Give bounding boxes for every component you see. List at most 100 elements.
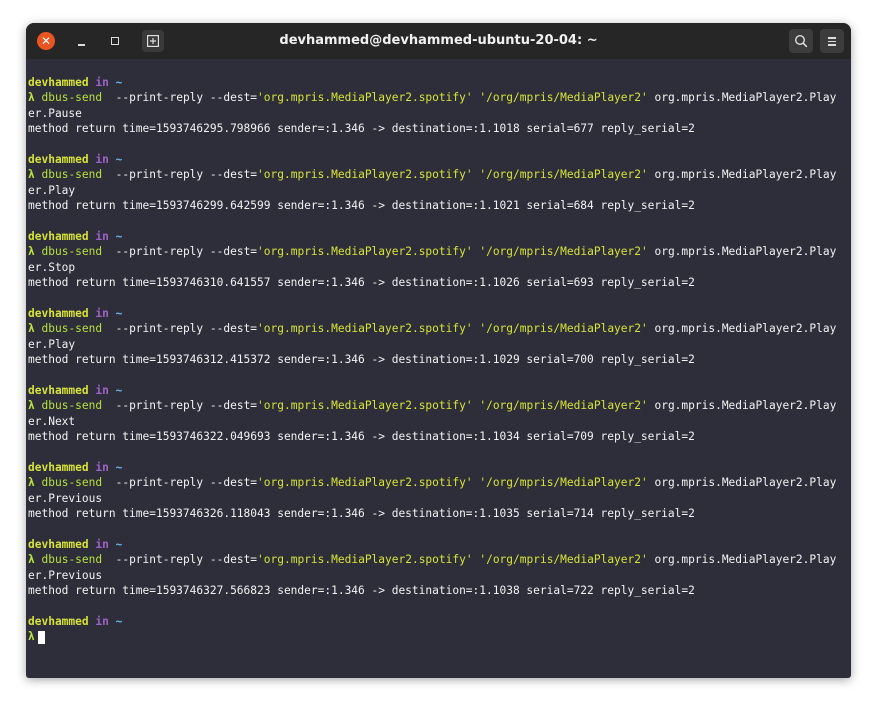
output-text: method return time=1593746295.798966 sen… <box>28 122 695 136</box>
prompt-line: devhammed in ~ <box>28 229 851 244</box>
prompt-lambda: λ <box>28 322 35 336</box>
active-prompt-line[interactable]: λ <box>28 629 851 644</box>
command-output: method return time=1593746322.049693 sen… <box>28 429 851 444</box>
command-name: dbus-send <box>41 553 103 567</box>
output-text: method return time=1593746322.049693 sen… <box>28 429 695 443</box>
command-line-wrap: er.Pause <box>28 106 851 121</box>
text-cursor <box>37 630 45 644</box>
prompt-user: devhammed <box>28 614 89 628</box>
prompt-line: devhammed in ~ <box>28 75 851 90</box>
command-method-wrap: er.Play <box>28 183 76 197</box>
prompt-lambda: λ <box>28 553 35 567</box>
prompt-user: devhammed <box>28 460 89 474</box>
command-method: org.mpris.MediaPlayer2.Play <box>647 553 837 567</box>
command-method: org.mpris.MediaPlayer2.Play <box>647 91 837 105</box>
command-line: λ dbus-send --print-reply --dest='org.mp… <box>28 552 851 567</box>
command-path-string: '/org/mpris/MediaPlayer2' <box>479 399 648 413</box>
command-method-wrap: er.Play <box>28 337 76 351</box>
command-name: dbus-send <box>41 91 103 105</box>
command-method-wrap: er.Pause <box>28 106 82 120</box>
command-method: org.mpris.MediaPlayer2.Play <box>647 322 837 336</box>
command-dest-string: 'org.mpris.MediaPlayer2.spotify' <box>257 168 473 182</box>
prompt-user: devhammed <box>28 383 89 397</box>
prompt-in: in <box>95 383 109 397</box>
close-button[interactable]: ✕ <box>37 32 55 50</box>
prompt-directory: ~ <box>115 383 123 397</box>
command-path-string: '/org/mpris/MediaPlayer2' <box>479 322 648 336</box>
output-text: method return time=1593746327.566823 sen… <box>28 583 695 597</box>
command-method-wrap: er.Next <box>28 414 76 428</box>
command-dest-string: 'org.mpris.MediaPlayer2.spotify' <box>257 322 473 336</box>
prompt-user: devhammed <box>28 76 89 89</box>
command-dest-string: 'org.mpris.MediaPlayer2.spotify' <box>257 553 473 567</box>
new-tab-button[interactable] <box>142 30 164 52</box>
prompt-lambda: λ <box>28 630 35 644</box>
prompt-user: devhammed <box>28 306 89 320</box>
command-method-wrap: er.Previous <box>28 568 103 582</box>
command-line: λ dbus-send --print-reply --dest='org.mp… <box>28 475 851 490</box>
minimize-icon <box>78 44 85 46</box>
command-method: org.mpris.MediaPlayer2.Play <box>647 168 837 182</box>
prompt-in: in <box>95 306 109 320</box>
command-name: dbus-send <box>41 476 103 490</box>
command-method: org.mpris.MediaPlayer2.Play <box>647 476 837 490</box>
command-line: λ dbus-send --print-reply --dest='org.mp… <box>28 398 851 413</box>
prompt-lambda: λ <box>28 245 35 259</box>
prompt-lambda: λ <box>28 476 35 490</box>
output-text: method return time=1593746312.415372 sen… <box>28 353 695 367</box>
command-path-string: '/org/mpris/MediaPlayer2' <box>479 245 648 259</box>
prompt-line: devhammed in ~ <box>28 152 851 167</box>
command-output: method return time=1593746327.566823 sen… <box>28 583 851 598</box>
prompt-directory: ~ <box>115 614 123 628</box>
command-name: dbus-send <box>41 168 103 182</box>
menu-button[interactable] <box>820 29 844 53</box>
terminal-window: devhammed@devhammed-ubuntu-20-04: ~ ✕ de… <box>26 23 851 678</box>
command-line: λ dbus-send --print-reply --dest='org.mp… <box>28 90 851 105</box>
prompt-user: devhammed <box>28 152 89 166</box>
close-icon: ✕ <box>40 34 52 48</box>
command-method: org.mpris.MediaPlayer2.Play <box>647 399 837 413</box>
command-args: --print-reply --dest= <box>102 245 258 259</box>
command-output: method return time=1593746310.641557 sen… <box>28 275 851 290</box>
terminal-output[interactable]: devhammed in ~ λ dbus-send --print-reply … <box>26 59 851 678</box>
prompt-in: in <box>95 614 109 628</box>
command-method: org.mpris.MediaPlayer2.Play <box>647 245 837 259</box>
prompt-user: devhammed <box>28 229 89 243</box>
minimize-button[interactable] <box>73 32 91 50</box>
command-args: --print-reply --dest= <box>102 553 258 567</box>
prompt-in: in <box>95 76 109 89</box>
command-output: method return time=1593746295.798966 sen… <box>28 121 851 136</box>
command-output: method return time=1593746312.415372 sen… <box>28 352 851 367</box>
search-button[interactable] <box>789 29 813 53</box>
command-dest-string: 'org.mpris.MediaPlayer2.spotify' <box>257 245 473 259</box>
prompt-in: in <box>95 460 109 474</box>
prompt-line: devhammed in ~ <box>28 383 851 398</box>
command-method-wrap: er.Stop <box>28 260 76 274</box>
title-bar[interactable]: devhammed@devhammed-ubuntu-20-04: ~ ✕ <box>26 23 851 59</box>
command-path-string: '/org/mpris/MediaPlayer2' <box>479 553 648 567</box>
prompt-directory: ~ <box>115 152 123 166</box>
command-name: dbus-send <box>41 322 103 336</box>
command-args: --print-reply --dest= <box>102 476 258 490</box>
prompt-lambda: λ <box>28 399 35 413</box>
command-line-wrap: er.Stop <box>28 260 851 275</box>
command-dest-string: 'org.mpris.MediaPlayer2.spotify' <box>257 476 473 490</box>
command-line-wrap: er.Next <box>28 414 851 429</box>
prompt-directory: ~ <box>115 460 123 474</box>
prompt-directory: ~ <box>115 306 123 320</box>
output-text: method return time=1593746326.118043 sen… <box>28 506 695 520</box>
maximize-button[interactable] <box>106 32 124 50</box>
prompt-line: devhammed in ~ <box>28 614 851 629</box>
prompt-directory: ~ <box>115 537 123 551</box>
output-text: method return time=1593746299.642599 sen… <box>28 199 695 213</box>
command-dest-string: 'org.mpris.MediaPlayer2.spotify' <box>257 91 473 105</box>
command-args: --print-reply --dest= <box>102 322 258 336</box>
command-line-wrap: er.Previous <box>28 491 851 506</box>
prompt-directory: ~ <box>115 76 123 89</box>
